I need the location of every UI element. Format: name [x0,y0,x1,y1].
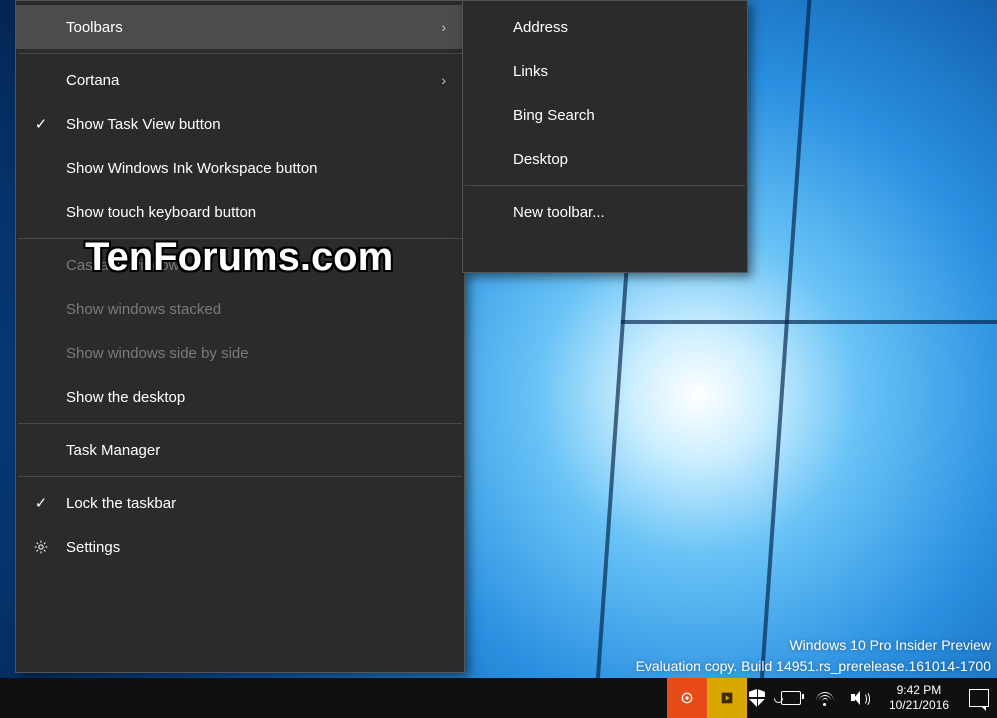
volume-icon[interactable] [849,688,869,708]
menu-separator [465,185,745,186]
submenu-arrow-icon: › [424,72,446,88]
clock-date: 10/21/2016 [889,698,949,713]
menu-item-touch-keyboard[interactable]: Show touch keyboard button [16,190,464,234]
menu-label: Cortana [66,72,424,89]
menu-item-side-by-side: Show windows side by side [16,331,464,375]
menu-item-show-desktop[interactable]: Show the desktop [16,375,464,419]
menu-item-lock-taskbar[interactable]: Lock the taskbar [16,481,464,525]
edition-text: Windows 10 Pro Insider Preview [636,635,991,655]
menu-item-toolbars[interactable]: Toolbars › [16,5,464,49]
menu-label: Bing Search [513,107,729,124]
checkmark-icon [16,494,66,512]
build-text: Evaluation copy. Build 14951.rs_prerelea… [636,656,991,676]
menu-label: Show the desktop [66,389,424,406]
menu-item-ink-workspace[interactable]: Show Windows Ink Workspace button [16,146,464,190]
checkmark-icon [16,115,66,133]
menu-label: Show windows side by side [66,345,424,362]
menu-separator [18,53,462,54]
menu-label: Lock the taskbar [66,495,424,512]
gear-icon [16,539,66,555]
menu-separator [18,423,462,424]
menu-label: Toolbars [66,19,424,36]
wifi-icon[interactable] [815,688,835,708]
menu-label: New toolbar... [513,204,729,221]
menu-item-task-view[interactable]: Show Task View button [16,102,464,146]
toolbars-submenu: Address Links Bing Search Desktop New to… [462,0,748,273]
desktop-build-watermark: Windows 10 Pro Insider Preview Evaluatio… [636,635,991,676]
system-tray: 9:42 PM 10/21/2016 [747,678,997,718]
battery-icon[interactable] [781,688,801,708]
menu-separator [18,476,462,477]
taskbar-pinned-app-1[interactable] [667,678,707,718]
submenu-arrow-icon: › [424,19,446,35]
clock-time: 9:42 PM [889,683,949,698]
action-center-icon[interactable] [969,688,989,708]
menu-item-cascade: Cascade windows [16,243,464,287]
submenu-item-address[interactable]: Address [463,5,747,49]
menu-label: Task Manager [66,442,424,459]
menu-item-cortana[interactable]: Cortana › [16,58,464,102]
menu-label: Links [513,63,729,80]
menu-label: Show touch keyboard button [66,204,424,221]
taskbar-context-menu: Toolbars › Cortana › Show Task View butt… [15,0,465,673]
menu-item-settings[interactable]: Settings [16,525,464,569]
submenu-item-bing-search[interactable]: Bing Search [463,93,747,137]
submenu-item-new-toolbar[interactable]: New toolbar... [463,190,747,234]
clock[interactable]: 9:42 PM 10/21/2016 [883,683,955,713]
submenu-item-desktop[interactable]: Desktop [463,137,747,181]
menu-label: Show Task View button [66,116,424,133]
menu-label: Show windows stacked [66,301,424,318]
menu-item-stacked: Show windows stacked [16,287,464,331]
menu-label: Settings [66,539,424,556]
menu-label: Cascade windows [66,257,424,274]
menu-label: Desktop [513,151,729,168]
menu-label: Show Windows Ink Workspace button [66,160,424,177]
menu-item-task-manager[interactable]: Task Manager [16,428,464,472]
menu-label: Address [513,19,729,36]
taskbar[interactable]: 9:42 PM 10/21/2016 [0,678,997,718]
menu-separator [18,238,462,239]
defender-shield-icon[interactable] [747,688,767,708]
taskbar-pinned-app-2[interactable] [707,678,747,718]
submenu-item-links[interactable]: Links [463,49,747,93]
